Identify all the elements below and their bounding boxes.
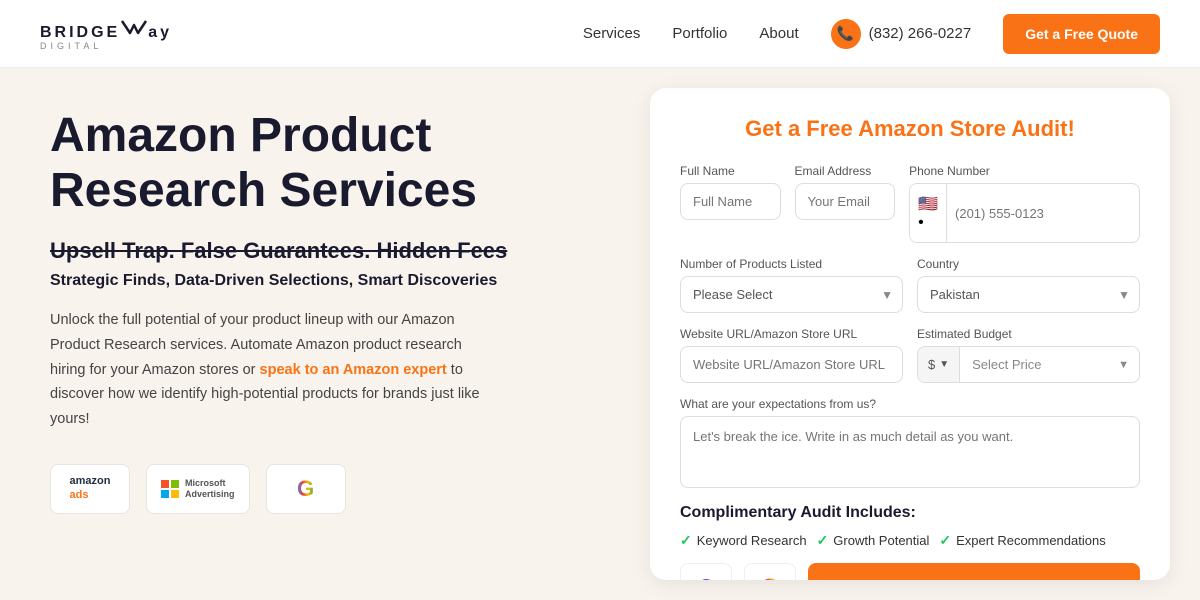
partner-logos: amazonads MicrosoftAdvertising G bbox=[50, 464, 610, 514]
expectations-group: What are your expectations from us? bbox=[680, 397, 1140, 488]
email-group: Email Address bbox=[795, 164, 896, 243]
products-group: Number of Products Listed Please Select … bbox=[680, 257, 903, 313]
products-select[interactable]: Please Select 1-10 11-50 51-100 100+ bbox=[680, 276, 903, 313]
strikethrough-text: Upsell Trap. False Guarantees. Hidden Fe… bbox=[50, 238, 610, 264]
country-group: Country Pakistan United States United Ki… bbox=[917, 257, 1140, 313]
microsoft-ads-logo: MicrosoftAdvertising bbox=[146, 464, 250, 514]
form-row-2: Number of Products Listed Please Select … bbox=[680, 257, 1140, 313]
audit-item-keyword: ✓ Keyword Research bbox=[680, 532, 807, 549]
products-select-wrapper: Please Select 1-10 11-50 51-100 100+ ▼ bbox=[680, 276, 903, 313]
form-google-logo: G bbox=[744, 563, 796, 580]
form-row-1: Full Name Email Address Phone Number 🇺🇸 … bbox=[680, 164, 1140, 243]
nav-about[interactable]: About bbox=[759, 25, 798, 42]
submit-btn-label: → bbox=[968, 580, 981, 581]
products-label: Number of Products Listed bbox=[680, 257, 903, 271]
currency-symbol: $ bbox=[928, 357, 935, 372]
form-partner-logos: C G → bbox=[680, 563, 1140, 580]
budget-group: Estimated Budget $ ▼ Select Price $500 $… bbox=[917, 327, 1140, 383]
url-label: Website URL/Amazon Store URL bbox=[680, 327, 903, 341]
country-label: Country bbox=[917, 257, 1140, 271]
phone-number: (832) 266-0227 bbox=[869, 25, 972, 42]
get-quote-button[interactable]: Get a Free Quote bbox=[1003, 14, 1160, 54]
audit-item-growth: ✓ Growth Potential bbox=[817, 532, 930, 549]
full-name-group: Full Name bbox=[680, 164, 781, 243]
nav-portfolio[interactable]: Portfolio bbox=[672, 25, 727, 42]
expectations-textarea[interactable] bbox=[680, 416, 1140, 488]
full-name-label: Full Name bbox=[680, 164, 781, 178]
phone-icon: 📞 bbox=[831, 19, 861, 49]
left-section: Amazon Product Research Services Upsell … bbox=[0, 68, 650, 600]
nav-services[interactable]: Services bbox=[583, 25, 641, 42]
logo-tagline: DIGITAL bbox=[40, 42, 172, 51]
nav-links: Services Portfolio About 📞 (832) 266-022… bbox=[583, 14, 1160, 54]
navbar: BRIDGE ay DIGITAL Services Portfolio Abo… bbox=[0, 0, 1200, 68]
logo-w bbox=[120, 17, 148, 41]
check-icon-2: ✓ bbox=[817, 532, 829, 549]
phone-label: Phone Number bbox=[909, 164, 1140, 178]
audit-title: Complimentary Audit Includes: bbox=[680, 504, 1140, 522]
description: Unlock the full potential of your produc… bbox=[50, 308, 490, 431]
form-clickup-logo: C bbox=[680, 563, 732, 580]
expectations-label: What are your expectations from us? bbox=[680, 397, 1140, 411]
url-group: Website URL/Amazon Store URL bbox=[680, 327, 903, 383]
price-select[interactable]: Select Price $500 $1000 $2000+ bbox=[960, 347, 1118, 382]
budget-input-wrap: $ ▼ Select Price $500 $1000 $2000+ ▼ bbox=[917, 346, 1140, 383]
logo: BRIDGE ay DIGITAL bbox=[40, 17, 172, 51]
main-content: Amazon Product Research Services Upsell … bbox=[0, 68, 1200, 600]
country-select[interactable]: Pakistan United States United Kingdom bbox=[917, 276, 1140, 313]
amazon-expert-link[interactable]: speak to an Amazon expert bbox=[260, 362, 447, 378]
audit-keyword-label: Keyword Research bbox=[697, 533, 807, 548]
email-input[interactable] bbox=[795, 183, 896, 220]
phone-group: Phone Number 🇺🇸 • bbox=[909, 164, 1140, 243]
google-logo: G bbox=[266, 464, 346, 514]
audit-item-expert: ✓ Expert Recommendations bbox=[939, 532, 1105, 549]
form-panel: Get a Free Amazon Store Audit! Full Name… bbox=[650, 88, 1170, 580]
currency-dropdown-arrow: ▼ bbox=[939, 359, 949, 370]
phone-input-wrap: 🇺🇸 • bbox=[909, 183, 1140, 243]
email-label: Email Address bbox=[795, 164, 896, 178]
phone-flag: 🇺🇸 • bbox=[910, 184, 947, 242]
url-input[interactable] bbox=[680, 346, 903, 383]
check-icon-1: ✓ bbox=[680, 532, 692, 549]
logo-text-ay: ay bbox=[148, 25, 172, 41]
audit-section: Complimentary Audit Includes: ✓ Keyword … bbox=[680, 504, 1140, 580]
form-row-3: Website URL/Amazon Store URL Estimated B… bbox=[680, 327, 1140, 383]
form-submit-btn-preview[interactable]: → bbox=[808, 563, 1140, 580]
audit-items: ✓ Keyword Research ✓ Growth Potential ✓ … bbox=[680, 532, 1140, 549]
currency-badge[interactable]: $ ▼ bbox=[918, 347, 960, 382]
nav-phone: 📞 (832) 266-0227 bbox=[831, 19, 972, 49]
amazon-ads-logo: amazonads bbox=[50, 464, 130, 514]
country-select-wrapper: Pakistan United States United Kingdom ▼ bbox=[917, 276, 1140, 313]
full-name-input[interactable] bbox=[680, 183, 781, 220]
price-select-arrow: ▼ bbox=[1118, 347, 1139, 382]
budget-label: Estimated Budget bbox=[917, 327, 1140, 341]
logo-text-bridge: BRIDGE bbox=[40, 25, 120, 41]
audit-expert-label: Expert Recommendations bbox=[956, 533, 1106, 548]
hero-title: Amazon Product Research Services bbox=[50, 108, 610, 218]
check-icon-3: ✓ bbox=[939, 532, 951, 549]
form-title: Get a Free Amazon Store Audit! bbox=[680, 116, 1140, 142]
audit-growth-label: Growth Potential bbox=[833, 533, 929, 548]
phone-input[interactable] bbox=[947, 196, 1139, 231]
tagline: Strategic Finds, Data-Driven Selections,… bbox=[50, 272, 610, 290]
